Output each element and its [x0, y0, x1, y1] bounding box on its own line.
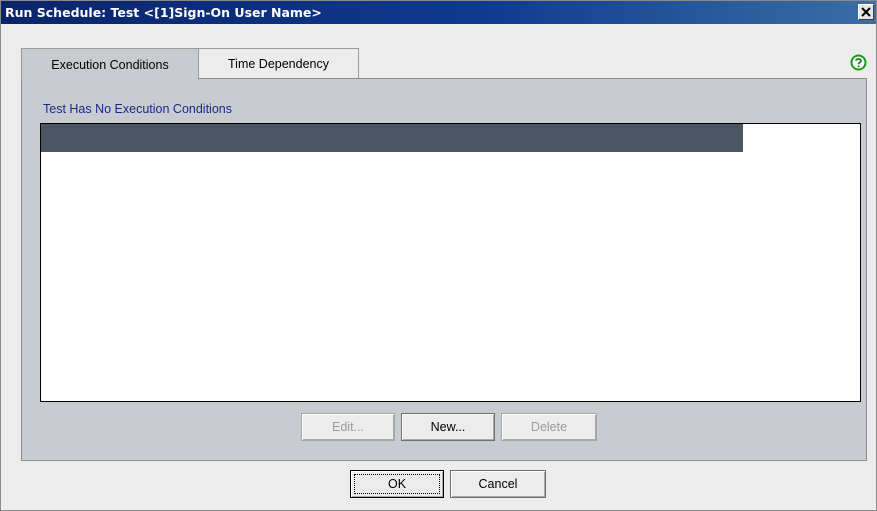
delete-button[interactable]: Delete	[501, 413, 597, 441]
window-title: Run Schedule: Test <[1]Sign-On User Name…	[5, 5, 322, 20]
dialog-footer: OK Cancel	[1, 461, 876, 510]
run-schedule-dialog: Run Schedule: Test <[1]Sign-On User Name…	[0, 0, 877, 511]
execution-conditions-panel: Test Has No Execution Conditions Edit...…	[21, 78, 867, 461]
help-icon[interactable]	[850, 54, 867, 71]
ok-button[interactable]: OK	[350, 470, 444, 498]
cancel-button[interactable]: Cancel	[450, 470, 546, 498]
new-button[interactable]: New...	[401, 413, 495, 441]
conditions-status-label: Test Has No Execution Conditions	[43, 102, 232, 116]
close-icon	[861, 7, 871, 17]
tab-label: Execution Conditions	[51, 57, 169, 72]
close-button[interactable]	[858, 4, 874, 20]
tab-time-dependency[interactable]: Time Dependency	[199, 48, 359, 79]
title-bar[interactable]: Run Schedule: Test <[1]Sign-On User Name…	[1, 1, 876, 24]
tab-execution-conditions[interactable]: Execution Conditions	[21, 48, 199, 80]
edit-button[interactable]: Edit...	[301, 413, 395, 441]
tab-label: Time Dependency	[228, 57, 329, 71]
conditions-list[interactable]	[40, 123, 861, 402]
list-header-row	[41, 124, 743, 152]
